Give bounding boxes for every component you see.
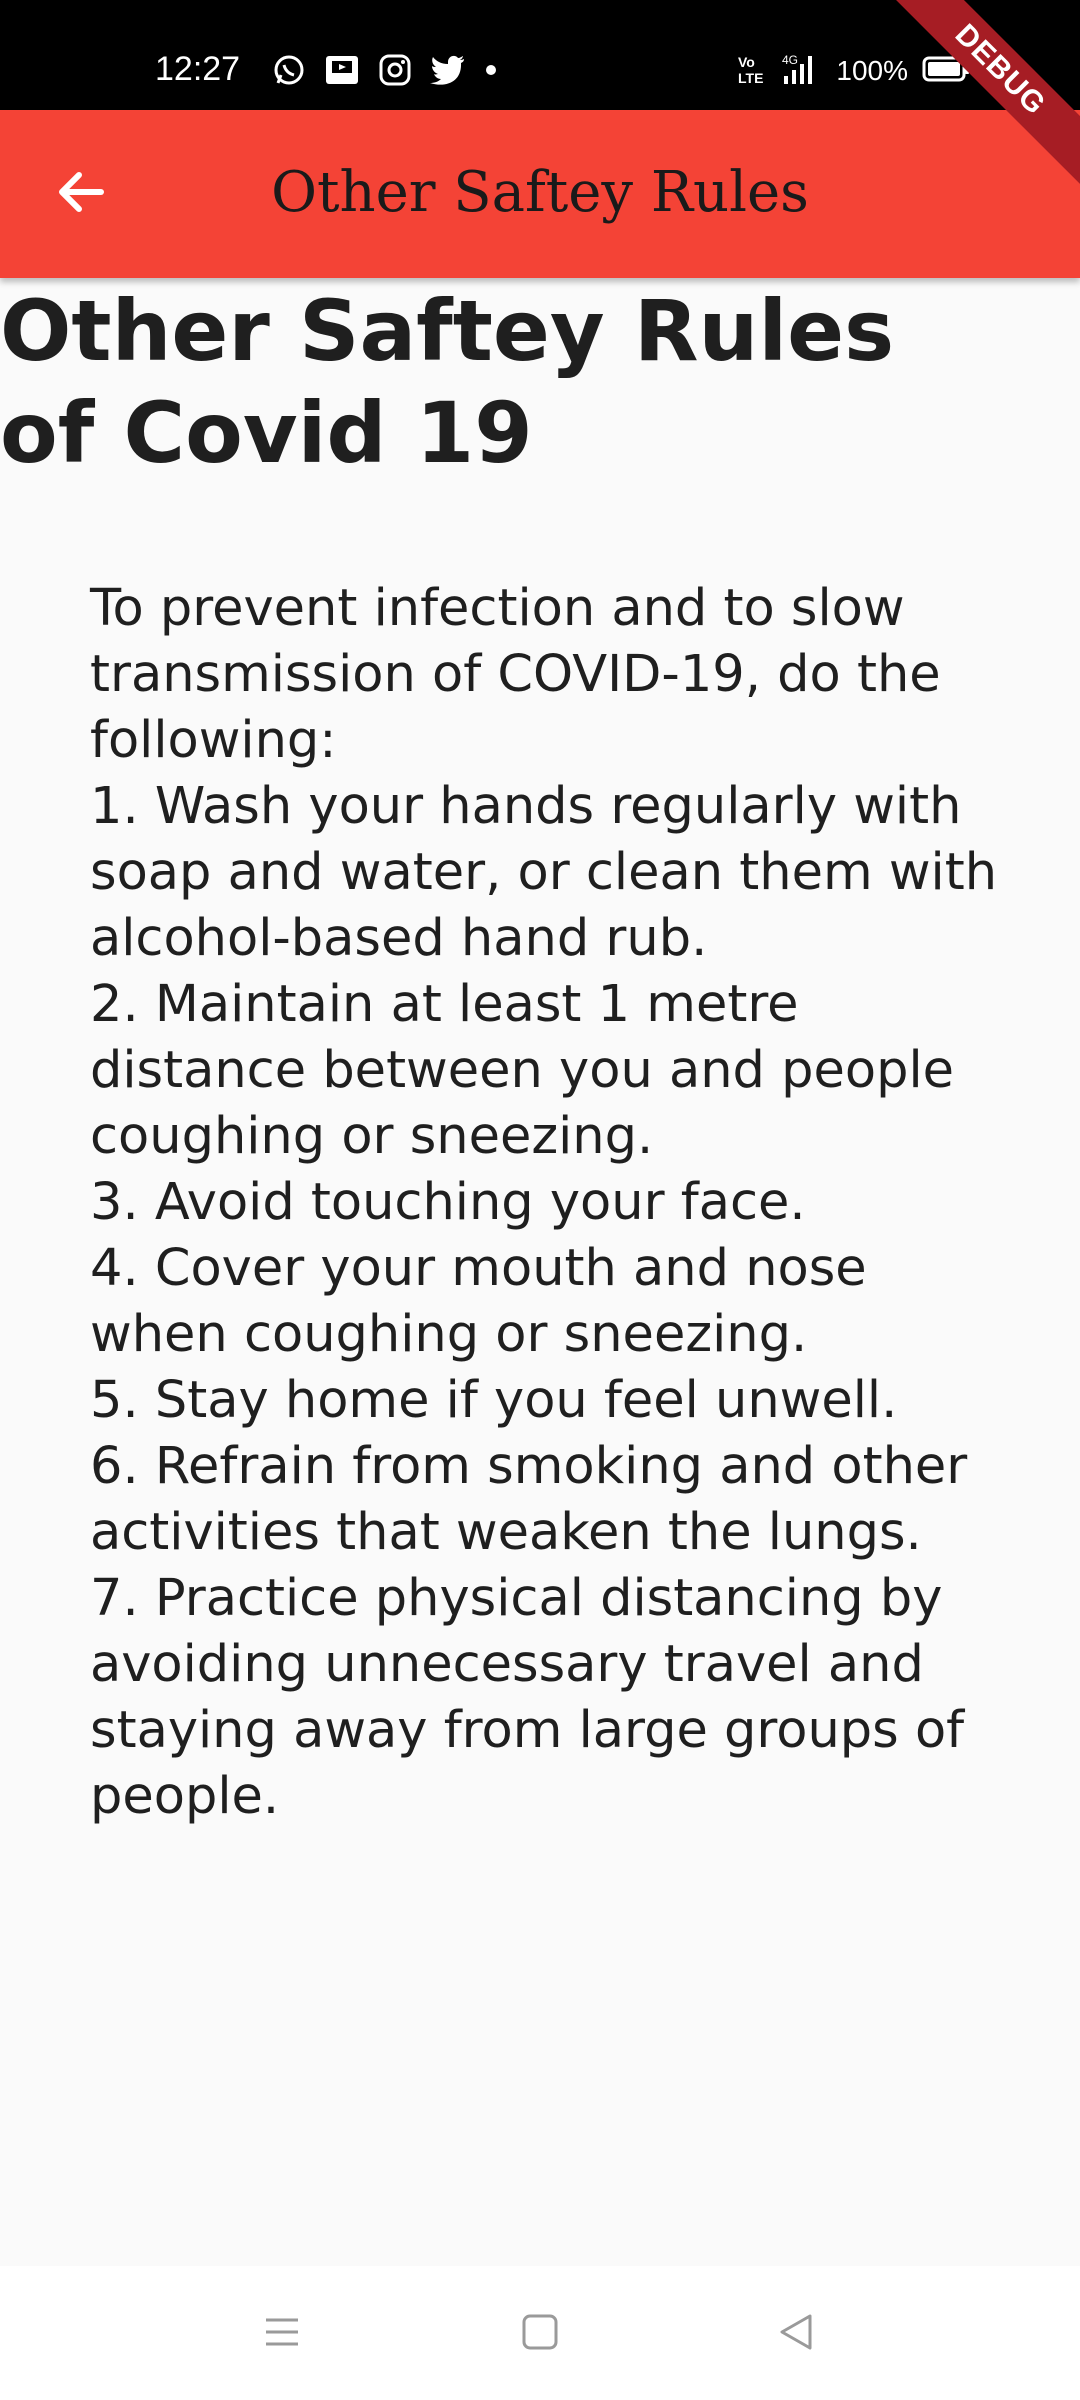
rule-item: 5. Stay home if you feel unwell. <box>90 1371 898 1430</box>
rule-item: 6. Refrain from smoking and other activi… <box>90 1437 968 1562</box>
menu-icon <box>262 2312 302 2356</box>
svg-text:Vo: Vo <box>738 54 755 70</box>
rule-item: 1. Wash your hands regularly with soap a… <box>90 777 998 968</box>
rule-item: 4. Cover your mouth and nose when coughi… <box>90 1239 867 1364</box>
rule-item: 7. Practice physical distancing by avoid… <box>90 1569 965 1826</box>
app-bar-title: Other Saftey Rules <box>271 160 809 225</box>
back-icon <box>776 2312 816 2356</box>
media-icon <box>324 52 360 88</box>
home-icon <box>520 2312 560 2356</box>
signal-icon: 4G <box>778 52 822 90</box>
volte-icon: Vo LTE <box>738 53 764 89</box>
battery-percentage: 100% <box>836 55 908 86</box>
app-bar: Other Saftey Rules <box>0 110 1080 278</box>
system-back-button[interactable] <box>768 2306 824 2362</box>
whatsapp-icon <box>272 53 306 87</box>
svg-text:4G: 4G <box>782 53 798 67</box>
rule-item: 2. Maintain at least 1 metre distance be… <box>90 975 955 1166</box>
page-heading: Other Saftey Rules of Covid 19 <box>0 282 895 482</box>
rule-item: 3. Avoid touching your face. <box>90 1173 806 1232</box>
twitter-icon <box>430 54 466 86</box>
navigation-bar <box>0 2266 1080 2400</box>
rules-text: To prevent infection and to slow transmi… <box>90 576 1020 1830</box>
svg-text:LTE: LTE <box>738 70 763 85</box>
instagram-icon <box>378 53 412 87</box>
notification-icons <box>272 52 498 88</box>
dot-icon <box>484 63 498 77</box>
recent-apps-button[interactable] <box>254 2306 310 2362</box>
status-time: 12:27 <box>155 50 241 88</box>
home-button[interactable] <box>512 2306 568 2362</box>
system-icons: Vo LTE 4G 100% <box>738 52 970 90</box>
intro-text: To prevent infection and to slow transmi… <box>90 579 941 770</box>
